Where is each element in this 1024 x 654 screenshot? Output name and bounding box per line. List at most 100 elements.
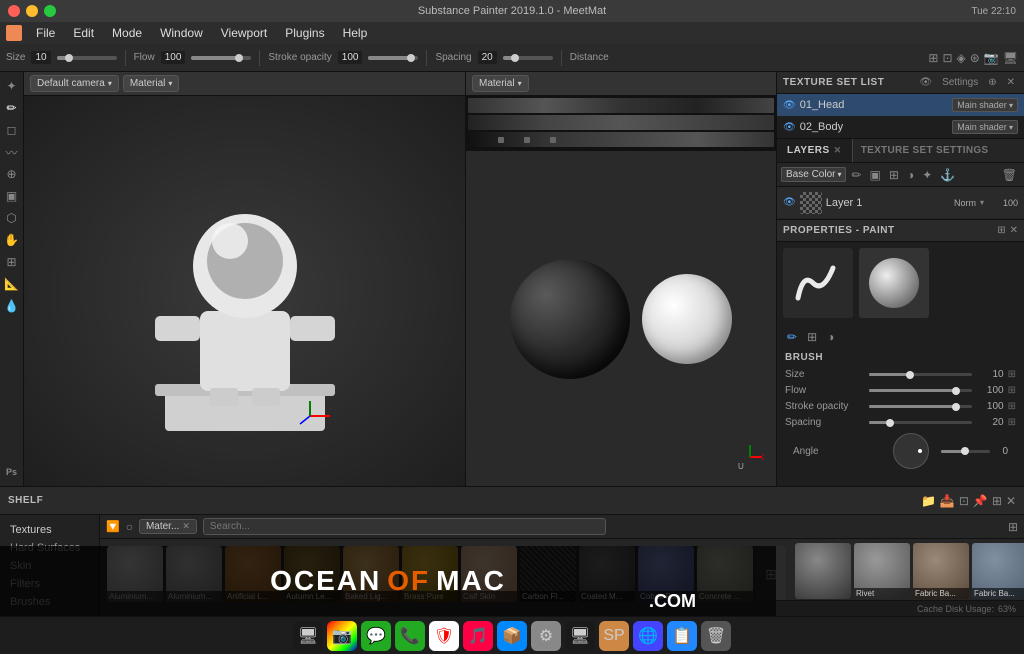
shelf-grid-toggle[interactable]: ⊞	[1008, 520, 1018, 534]
spacing-slider[interactable]	[503, 56, 553, 60]
dock-item-trash[interactable]: 🗑	[701, 621, 731, 651]
menu-mode[interactable]: Mode	[104, 24, 150, 42]
shelf-item-14[interactable]: Fabric Ba...	[972, 543, 1024, 599]
tool-measure[interactable]: 📐	[2, 274, 22, 294]
size-value[interactable]: 10	[31, 51, 50, 64]
shelf-icon-pin[interactable]: 📌	[973, 494, 988, 508]
close-button[interactable]	[8, 5, 20, 17]
brush-size-icon[interactable]: ⊞	[1008, 369, 1016, 380]
minimize-button[interactable]	[26, 5, 38, 17]
tool-photoshop[interactable]: Ps	[2, 462, 22, 482]
layer-opacity-0[interactable]: 100	[988, 198, 1018, 208]
tsl-close-icon[interactable]: ✕	[1004, 76, 1018, 89]
toolbar-icon-5[interactable]: 📷	[984, 51, 999, 65]
menu-file[interactable]: File	[28, 24, 63, 42]
stroke-slider[interactable]	[368, 56, 418, 60]
layers-btn-mask[interactable]: ◑	[904, 167, 917, 183]
maximize-button[interactable]	[44, 5, 56, 17]
layers-btn-anchor[interactable]: ⚓	[937, 167, 958, 183]
tool-paint[interactable]: ✏	[2, 98, 22, 118]
layers-btn-delete[interactable]: 🗑	[999, 167, 1020, 183]
layers-btn-paint[interactable]: ✏	[848, 167, 864, 183]
tsi-eye-0[interactable]: 👁	[783, 100, 796, 111]
tab-texture-set-settings[interactable]: TEXTURE SET SETTINGS	[853, 139, 997, 162]
props-close-icon[interactable]: ✕	[1010, 225, 1018, 236]
shelf-icon-import[interactable]: 📥	[940, 494, 955, 508]
dock-item-appstore[interactable]: 📦	[497, 621, 527, 651]
viewport-3d[interactable]: Default camera Material	[24, 72, 466, 486]
tool-fill[interactable]: ▣	[2, 186, 22, 206]
dock-item-finder[interactable]: 📋	[667, 621, 697, 651]
layers-tab-close[interactable]: ✕	[834, 145, 842, 156]
layers-btn-effect[interactable]: ✦	[919, 167, 935, 183]
layer-eye-0[interactable]: 👁	[783, 197, 796, 208]
shelf-circle-btn[interactable]: ○	[126, 520, 133, 534]
size-slider[interactable]	[57, 56, 117, 60]
layer-blend-0[interactable]: Norm	[954, 198, 976, 208]
shelf-item-11[interactable]	[795, 543, 851, 599]
props-tab-material[interactable]: ◑	[823, 328, 838, 346]
shelf-search-input[interactable]	[203, 518, 607, 535]
shelf-icon-expand[interactable]: ⊞	[992, 494, 1002, 508]
shelf-tag-close[interactable]: ✕	[182, 521, 190, 532]
toolbar-icon-4[interactable]: ⊛	[970, 51, 980, 65]
menu-help[interactable]: Help	[335, 24, 376, 42]
brush-stroke-value[interactable]: 100	[976, 401, 1004, 412]
tsi-shader-0[interactable]: Main shader	[952, 98, 1018, 112]
material-dropdown-3d[interactable]: Material	[123, 75, 180, 92]
brush-spacing-value[interactable]: 20	[976, 417, 1004, 428]
layers-btn-group[interactable]: ⊞	[886, 167, 902, 183]
dock-item-settings[interactable]: ⚙	[531, 621, 561, 651]
shelf-icon-filter[interactable]: ⊡	[959, 494, 969, 508]
brush-size-value[interactable]: 10	[976, 369, 1004, 380]
flow-slider[interactable]	[191, 56, 251, 60]
viewport-2d[interactable]: Material	[466, 72, 776, 486]
dock-item-facetime[interactable]: 📞	[395, 621, 425, 651]
layers-btn-fill[interactable]: ▣	[867, 167, 884, 183]
menu-plugins[interactable]: Plugins	[277, 24, 332, 42]
texture-set-item-0[interactable]: 👁 01_Head Main shader	[777, 94, 1024, 116]
tsi-shader-1[interactable]: Main shader	[952, 120, 1018, 134]
dock-item-terminal[interactable]: 🖥	[293, 621, 323, 651]
dock-item-substance[interactable]: SP	[599, 621, 629, 651]
props-expand-icon[interactable]: ⊞	[997, 225, 1005, 236]
brush-size-slider[interactable]	[869, 373, 972, 376]
tool-polygon[interactable]: ⬡	[2, 208, 22, 228]
props-tab-layer[interactable]: ⊞	[803, 328, 821, 346]
tool-grab[interactable]: ✋	[2, 230, 22, 250]
shelf-tag[interactable]: Mater... ✕	[139, 519, 197, 534]
tool-move[interactable]: ✦	[2, 76, 22, 96]
tool-color-picker[interactable]: 💧	[2, 296, 22, 316]
brush-flow-icon[interactable]: ⊞	[1008, 385, 1016, 396]
brush-angle-slider[interactable]	[941, 450, 991, 453]
menu-window[interactable]: Window	[152, 24, 211, 42]
props-tab-paint[interactable]: ✏	[783, 328, 801, 346]
material-dropdown-2d[interactable]: Material	[472, 75, 529, 92]
camera-dropdown[interactable]: Default camera	[30, 75, 119, 92]
brush-stroke-slider[interactable]	[869, 405, 972, 408]
toolbar-icon-2[interactable]: ⊡	[942, 51, 952, 65]
toolbar-icon-3[interactable]: ◈	[957, 51, 966, 65]
shelf-filter-icon[interactable]: 🔽	[106, 520, 120, 533]
dock-item-music[interactable]: 🎵	[463, 621, 493, 651]
dock-item-terminal2[interactable]: 🖥	[565, 621, 595, 651]
dock-item-photos[interactable]: 📷	[327, 621, 357, 651]
viewport-3d-content[interactable]	[24, 96, 465, 486]
tsl-settings-btn[interactable]: Settings	[939, 76, 981, 89]
tsi-eye-1[interactable]: 👁	[783, 122, 796, 133]
tool-smudge[interactable]: 〰	[2, 142, 22, 162]
brush-stroke-icon[interactable]: ⊞	[1008, 401, 1016, 412]
tool-clone[interactable]: ⊕	[2, 164, 22, 184]
toolbar-icon-1[interactable]: ⊞	[928, 51, 938, 65]
menu-edit[interactable]: Edit	[65, 24, 102, 42]
brush-flow-slider[interactable]	[869, 389, 972, 392]
texture-set-item-1[interactable]: 👁 02_Body Main shader	[777, 116, 1024, 138]
tool-transform[interactable]: ⊞	[2, 252, 22, 272]
brush-angle-dial[interactable]	[893, 433, 929, 469]
toolbar-icon-6[interactable]: 🖥	[1003, 51, 1018, 65]
window-controls[interactable]	[8, 5, 56, 17]
spacing-value[interactable]: 20	[478, 51, 497, 64]
stroke-value[interactable]: 100	[338, 51, 363, 64]
flow-value[interactable]: 100	[161, 51, 186, 64]
tab-layers[interactable]: LAYERS ✕	[777, 139, 853, 162]
